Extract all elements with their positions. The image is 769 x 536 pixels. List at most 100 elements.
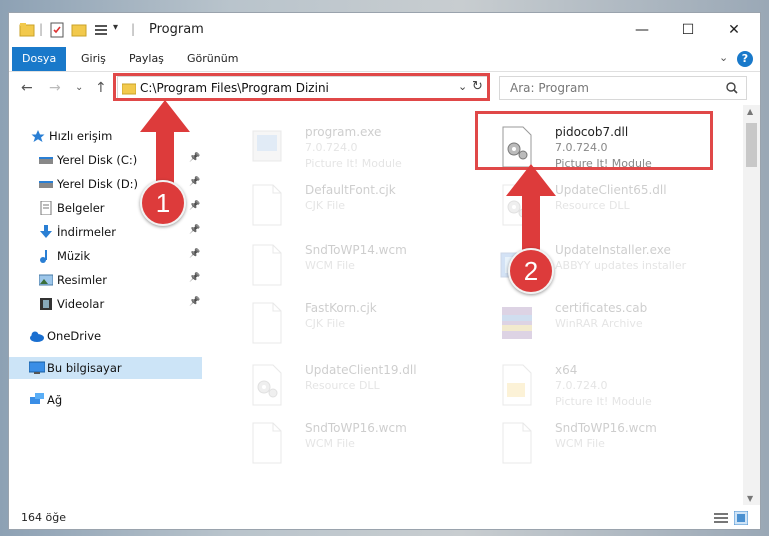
help-button[interactable]: ? xyxy=(737,51,753,67)
dll-icon xyxy=(249,363,285,407)
sidebar-item-label: İndirmeler xyxy=(57,225,116,239)
computer-icon xyxy=(28,361,46,375)
file-name: SndToWP16.wcm xyxy=(555,421,657,435)
close-button[interactable]: ✕ xyxy=(711,15,757,45)
file-icon xyxy=(249,183,285,227)
new-folder-icon[interactable] xyxy=(71,22,87,38)
separator: | xyxy=(131,22,136,36)
sidebar-item-label: Müzik xyxy=(57,249,91,263)
recent-locations-chevron-icon[interactable]: ⌄ xyxy=(75,82,83,93)
file-item[interactable]: program.exe 7.0.724.0 Picture It! Module xyxy=(227,119,472,177)
window-title: Program xyxy=(149,22,204,37)
folder-file-icon xyxy=(499,363,535,407)
scroll-down-icon[interactable]: ▼ xyxy=(747,494,753,503)
folder-icon xyxy=(19,23,35,37)
documents-icon xyxy=(39,200,53,216)
details-view-icon[interactable] xyxy=(714,512,728,524)
exe-icon xyxy=(249,125,285,169)
file-detail: Resource DLL xyxy=(305,379,380,392)
file-item[interactable]: UpdateClient19.dll Resource DLL xyxy=(227,357,472,415)
file-name: certificates.cab xyxy=(555,301,648,315)
file-item[interactable]: x64 7.0.724.0 Picture It! Module xyxy=(477,357,722,415)
back-arrow-icon[interactable]: ← xyxy=(21,80,33,96)
sidebar-item-label: Bu bilgisayar xyxy=(47,361,122,375)
scroll-up-icon[interactable]: ▲ xyxy=(747,107,753,116)
file-name: x64 xyxy=(555,363,578,377)
file-item[interactable]: SndToWP16.wcm WCM File xyxy=(227,415,472,473)
file-item[interactable]: SndToWP14.wcm WCM File xyxy=(227,237,472,295)
file-item[interactable]: certificates.cab WinRAR Archive xyxy=(477,295,722,353)
file-name: program.exe xyxy=(305,125,382,139)
pin-icon[interactable]: 📌 xyxy=(189,273,200,283)
large-icons-view-icon[interactable] xyxy=(734,511,748,525)
pin-icon[interactable]: 📌 xyxy=(189,297,200,307)
search-icon xyxy=(726,82,738,94)
address-highlight-box xyxy=(113,73,490,101)
step-marker-2: 2 xyxy=(508,248,554,294)
pin-icon[interactable]: 📌 xyxy=(189,249,200,259)
sidebar-item-bu-bilgisayar[interactable]: Bu bilgisayar xyxy=(9,357,202,379)
file-item[interactable]: DefaultFont.cjk CJK File xyxy=(227,177,472,235)
maximize-icon: ☐ xyxy=(681,22,695,38)
sidebar-item-label: Resimler xyxy=(57,273,107,287)
music-icon xyxy=(39,249,53,263)
drive-icon xyxy=(39,177,53,191)
file-detail: 7.0.724.0 xyxy=(555,379,608,392)
videos-icon xyxy=(39,297,53,311)
file-name: SndToWP16.wcm xyxy=(305,421,407,435)
expand-ribbon-chevron-icon[interactable]: ⌄ xyxy=(719,51,728,64)
maximize-button[interactable]: ☐ xyxy=(665,15,711,45)
up-arrow-icon[interactable]: ↑ xyxy=(95,80,107,96)
tab-home[interactable]: Giriş xyxy=(81,47,106,71)
tab-file[interactable]: Dosya xyxy=(12,47,67,71)
sidebar-item-i-ndirmeler[interactable]: İndirmeler 📌 xyxy=(9,221,202,243)
forward-arrow-icon[interactable]: → xyxy=(49,80,61,96)
search-placeholder: Ara: Program xyxy=(510,81,589,95)
file-highlight-box xyxy=(475,111,713,170)
sidebar-item-label: Videolar xyxy=(57,297,105,311)
file-item[interactable]: FastKorn.cjk CJK File xyxy=(227,295,472,353)
sidebar-item-resimler[interactable]: Resimler 📌 xyxy=(9,269,202,291)
separator: | xyxy=(39,22,44,36)
vertical-scrollbar[interactable]: ▲ ▼ xyxy=(743,105,760,505)
file-name: DefaultFont.cjk xyxy=(305,183,396,197)
file-detail: Picture It! Module xyxy=(305,157,402,170)
file-detail: 7.0.724.0 xyxy=(305,141,358,154)
pin-icon[interactable]: 📌 xyxy=(189,153,200,163)
properties-icon[interactable] xyxy=(49,22,65,38)
pin-icon[interactable]: 📌 xyxy=(189,225,200,235)
file-detail: CJK File xyxy=(305,317,346,330)
file-detail: ABBYY updates installer xyxy=(555,259,687,272)
sidebar-item-m-zik[interactable]: Müzik 📌 xyxy=(9,245,202,267)
scrollbar-thumb[interactable] xyxy=(746,123,757,167)
pin-icon[interactable]: 📌 xyxy=(189,201,200,211)
pin-icon[interactable]: 📌 xyxy=(189,177,200,187)
minimize-button[interactable]: — xyxy=(619,15,665,45)
file-item[interactable]: SndToWP16.wcm WCM File xyxy=(477,415,722,473)
minimize-icon: — xyxy=(635,22,649,38)
tab-share[interactable]: Paylaş xyxy=(129,47,164,71)
file-icon xyxy=(249,421,285,465)
sidebar-item-videolar[interactable]: Videolar 📌 xyxy=(9,293,202,315)
file-name: FastKorn.cjk xyxy=(305,301,377,315)
item-count: 164 öğe xyxy=(21,511,66,524)
arrow-up-annotation xyxy=(140,100,190,190)
search-input[interactable]: Ara: Program xyxy=(499,76,747,100)
file-name: UpdateClient65.dll xyxy=(555,183,667,197)
tab-view[interactable]: Görünüm xyxy=(187,47,238,71)
sidebar-item-label: Hızlı erişim xyxy=(49,129,113,143)
pictures-icon xyxy=(38,273,54,287)
file-detail: WCM File xyxy=(305,259,355,272)
sidebar-item-label: OneDrive xyxy=(47,329,102,343)
file-detail: Picture It! Module xyxy=(555,395,652,408)
sidebar-item-onedrive[interactable]: OneDrive xyxy=(9,325,202,347)
download-icon xyxy=(39,225,53,239)
view-options-icon[interactable] xyxy=(93,22,109,38)
customize-toolbar-chevron-icon[interactable]: ▾ xyxy=(113,22,118,38)
sidebar-item-a[interactable]: Ağ xyxy=(9,389,202,411)
star-icon xyxy=(31,129,45,143)
file-name: UpdateInstaller.exe xyxy=(555,243,671,257)
step-marker-1: 1 xyxy=(140,180,186,226)
sidebar-item-label: Yerel Disk (C:) xyxy=(57,153,138,167)
file-detail: CJK File xyxy=(305,199,346,212)
